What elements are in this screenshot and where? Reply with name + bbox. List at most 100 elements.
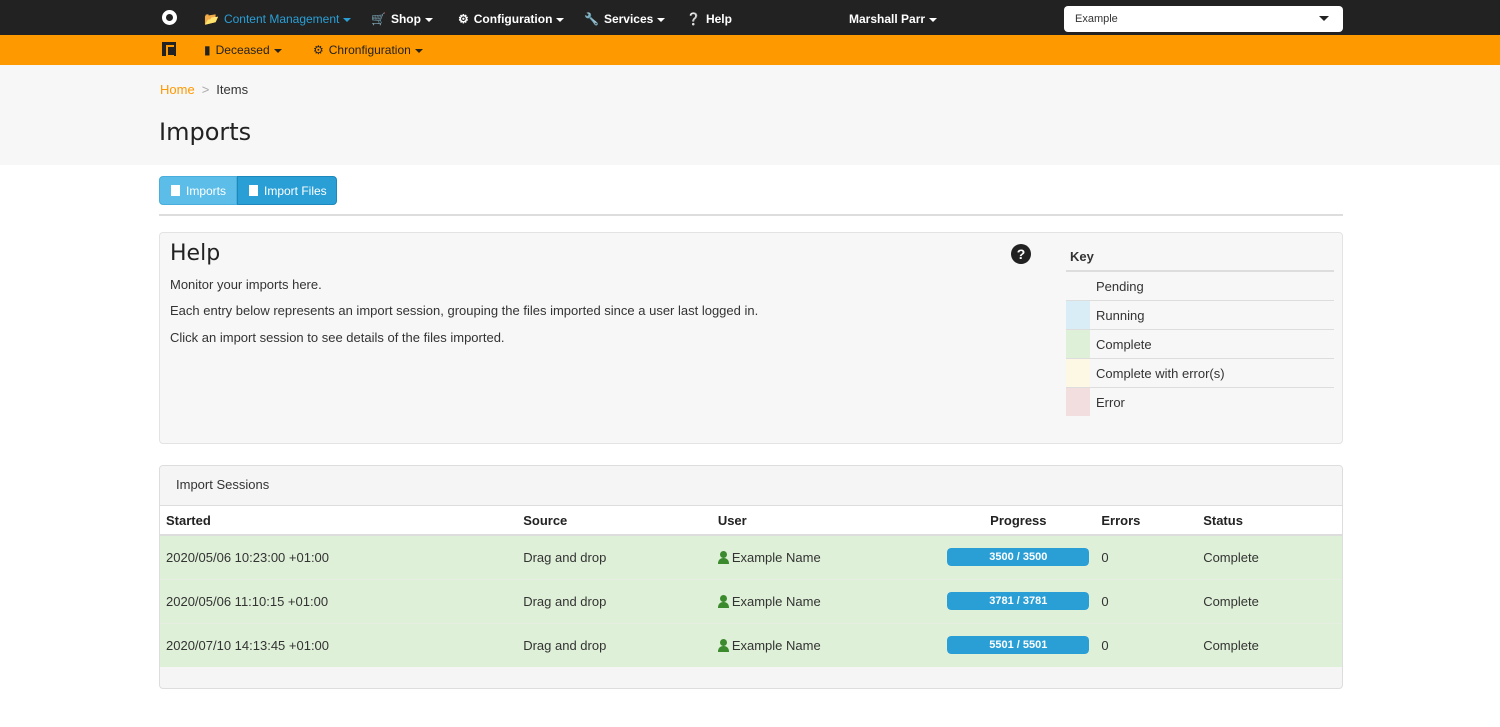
cell-errors: 0 — [1095, 622, 1198, 667]
nav-help-label: Help — [705, 12, 732, 26]
key-title: Key — [1066, 241, 1334, 272]
chevron-down-icon — [343, 17, 352, 22]
chevron-down-icon — [929, 17, 938, 22]
table-header: Started Source User Progress Errors Stat… — [160, 506, 1342, 536]
import-icon — [171, 185, 180, 196]
cell-user: Example Name — [711, 578, 942, 623]
nav-services-label: Services — [603, 12, 654, 26]
progress-bar: 3781 / 3781 — [947, 592, 1090, 610]
cell-errors: 0 — [1095, 578, 1198, 623]
import-sessions-title: Import Sessions — [160, 466, 1342, 506]
table-row[interactable]: 2020/05/06 11:10:15 +01:00 Drag and drop… — [160, 578, 1342, 623]
user-name: Example Name — [731, 593, 821, 609]
subnav-deceased[interactable]: ▮ Deceased — [204, 35, 282, 65]
key-row-pending: Pending — [1066, 272, 1334, 301]
key-row-error: Error — [1066, 388, 1334, 417]
top-navbar: 📂 Content Management 🛒 Shop ⚙ Configuration… — [0, 0, 1500, 35]
cart-icon: 🛒 — [371, 12, 386, 26]
key-swatch — [1066, 359, 1090, 387]
breadcrumb-current: Items — [216, 82, 249, 97]
cell-progress: 3500 / 3500 — [941, 534, 1096, 579]
chevron-down-icon — [556, 17, 565, 22]
key-label: Complete — [1096, 337, 1152, 352]
question-circle-icon: ❔ — [686, 12, 701, 26]
key-label: Pending — [1096, 279, 1144, 294]
progress-text: 5501 / 5501 — [989, 639, 1048, 652]
progress-bar: 3500 / 3500 — [947, 548, 1090, 567]
cell-source: Drag and drop — [517, 622, 712, 667]
nav-shop[interactable]: 🛒 Shop — [371, 0, 433, 35]
breadcrumb-separator: > — [201, 82, 210, 97]
import-sessions-table: Started Source User Progress Errors Stat… — [160, 506, 1342, 667]
progress-text: 3781 / 3781 — [989, 595, 1048, 607]
cell-started: 2020/07/10 14:13:45 +01:00 — [160, 622, 518, 667]
nav-configuration[interactable]: ⚙ Configuration — [458, 0, 565, 35]
context-select-value: Example — [1075, 13, 1118, 25]
nav-services[interactable]: 🔧 Services — [584, 0, 666, 35]
key-swatch — [1066, 388, 1090, 416]
key-label: Running — [1096, 308, 1145, 323]
key-swatch — [1066, 330, 1090, 358]
user-name: Example Name — [731, 637, 821, 653]
key-label: Error — [1096, 395, 1125, 410]
user-icon — [717, 594, 729, 608]
column-header: Status — [1197, 506, 1342, 536]
book-icon: ▮ — [204, 43, 211, 57]
table-row[interactable]: 2020/05/06 10:23:00 +01:00 Drag and drop… — [160, 534, 1342, 579]
user-name: Marshall Parr — [849, 12, 926, 26]
nav-content-management-label: Content Management — [223, 12, 340, 26]
key-swatch — [1066, 301, 1090, 329]
tab-import-files-label: Import Files — [264, 184, 327, 198]
tab-imports[interactable]: Imports — [159, 176, 237, 205]
help-line: Click an import session to see details o… — [170, 330, 505, 345]
cell-status: Complete — [1197, 578, 1342, 623]
sub-navbar: ▮ Deceased ⚙ Chronfiguration — [0, 35, 1500, 65]
file-icon — [249, 185, 258, 196]
key-row-complete: Complete — [1066, 330, 1334, 359]
user-name: Example Name — [731, 549, 821, 565]
tab-import-files[interactable]: Import Files — [237, 176, 337, 205]
cell-source: Drag and drop — [517, 534, 712, 579]
question-circle-icon[interactable]: ? — [1011, 244, 1031, 264]
column-header: Errors — [1095, 506, 1198, 536]
nav-content-management[interactable]: 📂 Content Management — [204, 0, 352, 35]
help-line: Monitor your imports here. — [170, 277, 322, 292]
column-header: Source — [517, 506, 712, 536]
key-row-running: Running — [1066, 301, 1334, 330]
cell-status: Complete — [1197, 622, 1342, 667]
user-menu[interactable]: Marshall Parr — [849, 0, 938, 35]
table-row[interactable]: 2020/07/10 14:13:45 +01:00 Drag and drop… — [160, 622, 1342, 667]
chevron-down-icon — [424, 17, 433, 22]
user-icon — [717, 638, 729, 652]
cell-user: Example Name — [711, 622, 942, 667]
gear-icon: ⚙ — [458, 12, 469, 26]
divider — [159, 214, 1343, 216]
nav-shop-label: Shop — [390, 12, 421, 26]
cell-source: Drag and drop — [517, 578, 712, 623]
subnav-deceased-label: Deceased — [215, 43, 270, 57]
import-sessions-panel: Import Sessions Started Source User Prog… — [159, 465, 1343, 689]
nav-help[interactable]: ❔ Help — [686, 0, 732, 35]
progress-bar: 5501 / 5501 — [947, 636, 1090, 655]
cell-progress: 5501 / 5501 — [941, 622, 1096, 667]
column-header: Progress — [941, 506, 1096, 536]
nav-configuration-label: Configuration — [473, 12, 553, 26]
cell-started: 2020/05/06 11:10:15 +01:00 — [160, 578, 518, 623]
breadcrumb-home[interactable]: Home — [160, 82, 195, 97]
key-row-complete-with-errors: Complete with error(s) — [1066, 359, 1334, 388]
chevron-down-icon — [657, 17, 666, 22]
wrench-icon: 🔧 — [584, 12, 599, 26]
chevron-down-icon — [414, 48, 423, 53]
status-key: Key Pending Running Complete Complete wi… — [1066, 241, 1334, 417]
c-logo-icon[interactable] — [162, 42, 176, 57]
cell-user: Example Name — [711, 534, 942, 579]
subnav-chronfiguration[interactable]: ⚙ Chronfiguration — [313, 35, 423, 65]
context-select[interactable]: Example — [1064, 6, 1343, 32]
help-line: Each entry below represents an import se… — [170, 303, 759, 318]
cell-errors: 0 — [1095, 534, 1198, 579]
swirl-logo-icon[interactable] — [162, 10, 177, 25]
chevron-down-icon — [1319, 16, 1329, 21]
cell-started: 2020/05/06 10:23:00 +01:00 — [160, 534, 518, 579]
key-label: Complete with error(s) — [1096, 366, 1225, 381]
subnav-chronfiguration-label: Chronfiguration — [328, 43, 411, 57]
